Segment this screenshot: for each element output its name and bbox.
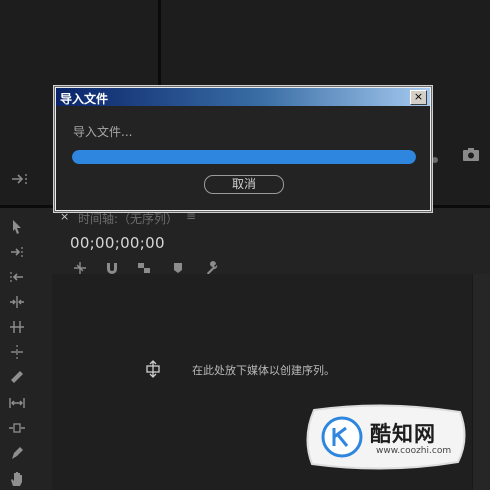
import-dialog: 导入文件 × 导入文件... 取消	[54, 86, 432, 212]
watermark-url: www.coozhi.com	[376, 446, 452, 456]
dialog-body: 导入文件... 取消	[56, 106, 430, 210]
rate-stretch-tool-icon[interactable]	[8, 318, 26, 336]
dialog-close-icon[interactable]: ×	[410, 90, 427, 105]
slide-tool-icon[interactable]	[8, 419, 26, 437]
selection-tool-icon[interactable]	[8, 218, 26, 236]
import-progress-bar	[72, 150, 416, 164]
watermark-brand: 酷知网	[370, 422, 436, 446]
drop-media-hint: 在此处放下媒体以创建序列。	[192, 364, 335, 377]
timeline-scrollbar[interactable]	[472, 274, 490, 490]
ripple-edit-tool-icon[interactable]	[8, 268, 26, 286]
rolling-edit-tool-icon[interactable]	[8, 293, 26, 311]
playhead-timecode[interactable]: 00;00;00;00	[70, 234, 165, 252]
razor-blade-icon[interactable]	[8, 368, 26, 386]
hand-tool-icon[interactable]	[8, 470, 26, 488]
cancel-button[interactable]: 取消	[204, 175, 284, 194]
camera-icon[interactable]	[462, 146, 480, 162]
watermark-logo: 酷知网 www.coozhi.com	[300, 404, 470, 470]
import-progress-fill	[72, 150, 416, 164]
dialog-titlebar[interactable]: 导入文件 ×	[56, 88, 430, 106]
drop-media-icon	[144, 360, 162, 378]
razor-tool-icon[interactable]	[8, 343, 26, 361]
timeline-title[interactable]: 时间轴:（无序列）	[78, 210, 178, 227]
pen-tool-icon[interactable]	[8, 444, 26, 462]
dialog-message: 导入文件...	[73, 125, 133, 139]
tools-panel	[0, 208, 36, 490]
track-select-tool-icon[interactable]	[8, 243, 26, 261]
dialog-title: 导入文件	[60, 92, 109, 106]
slip-tool-icon[interactable]	[8, 394, 26, 412]
insert-icon[interactable]	[10, 171, 32, 185]
